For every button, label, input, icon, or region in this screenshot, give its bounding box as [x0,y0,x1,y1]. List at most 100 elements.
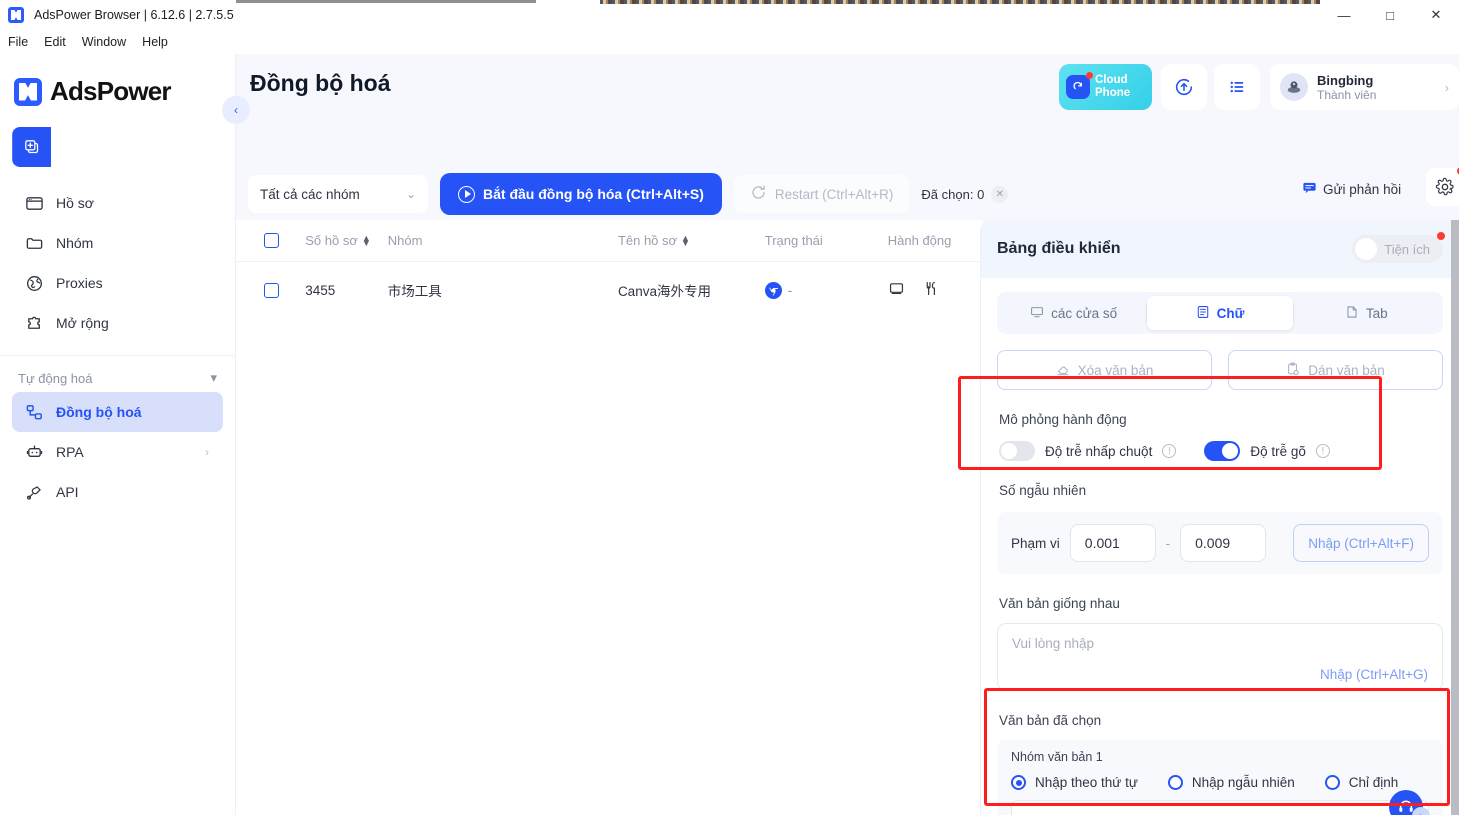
cloud-phone-button[interactable]: Cloud Phone [1059,64,1152,110]
tab-label: các cửa số [1051,305,1118,321]
tab-tab[interactable]: Tab [1294,296,1439,330]
column-label: Tên hồ sơ [617,233,678,248]
new-profile-group: Hồ sơ mới [12,108,1459,815]
chevron-down-icon: ⌄ [405,187,416,201]
chevron-down-icon: ▾ [210,370,217,385]
menu-file[interactable]: File [8,35,28,49]
titlebar-artifact-strip [236,0,536,3]
random-input-button[interactable]: Nhập (Ctrl+Alt+F) [1293,524,1429,562]
sidebar-item-groups[interactable]: Nhóm [12,223,223,263]
minimize-button[interactable]: — [1321,0,1367,30]
notification-dot [1437,232,1445,240]
same-text-placeholder: Vui lòng nhập [1012,636,1095,651]
adspower-logo-icon [14,77,42,106]
restart-button[interactable]: Restart (Ctrl+Alt+R) [733,175,910,213]
sort-icon[interactable]: ▲ ▼ [681,233,690,247]
window-icon[interactable] [888,280,905,300]
settings-button[interactable] [1426,167,1459,206]
avatar-icon [1280,73,1308,101]
info-icon[interactable]: ! [1162,444,1177,458]
send-feedback-button[interactable]: Gửi phản hồi [1302,180,1401,198]
column-header-profile-name[interactable]: Tên hồ sơ ▲ ▼ [618,233,765,248]
globe-icon [24,273,44,293]
maximize-button[interactable]: □ [1367,0,1413,30]
clear-selection-icon[interactable]: ✕ [991,185,1009,203]
utility-toggle-label: Tiện ích [1384,241,1430,257]
utility-toggle[interactable]: Tiện ích [1352,232,1445,263]
range-min-input[interactable]: 0.001 [1069,524,1156,562]
menu-window[interactable]: Window [82,35,126,49]
page-title: Đồng bộ hoá [250,70,391,96]
brand-name: AdsPower [50,76,172,106]
select-all-checkbox[interactable] [264,233,279,248]
column-header-status: Trạng thái [765,233,888,248]
radio-random[interactable]: Nhập ngẫu nhiên [1167,775,1295,790]
sidebar-item-label: RPA [56,444,84,460]
menu-help[interactable]: Help [142,35,168,49]
user-account-button[interactable]: Bingbing Thành viên › [1270,64,1459,110]
add-profile-icon[interactable] [13,127,51,167]
row-checkbox[interactable] [264,282,279,298]
sidebar-item-sync[interactable]: Đồng bộ hoá [12,392,223,432]
group-filter-select[interactable]: Tất cả các nhóm ⌄ [248,175,428,213]
eraser-icon [1056,362,1070,379]
tab-windows[interactable]: các cửa số [1001,296,1146,330]
radio-sequential[interactable]: Nhập theo thứ tự [1011,775,1138,790]
same-text-input[interactable]: Vui lòng nhập Nhập (Ctrl+Alt+G) [997,623,1443,691]
chrome-profile-icon [764,281,782,299]
row-checkbox-cell [264,282,305,298]
panel-header: Bảng điều khiển Tiện ích [981,220,1459,278]
range-label: Phạm vi [1011,535,1060,551]
sidebar-item-label: Đồng bộ hoá [56,404,142,420]
table-row[interactable]: 3455 市场工具 Canva海外专用 - [236,262,983,318]
gear-icon [1435,177,1454,196]
clear-text-button[interactable]: Xóa văn bản [997,350,1212,390]
tools-icon[interactable] [923,280,940,300]
user-info: Bingbing Thành viên [1317,73,1376,102]
sync-upload-icon[interactable] [1161,64,1207,110]
paste-text-button[interactable]: Dán văn bản [1228,350,1443,390]
task-list-icon[interactable] [1214,64,1260,110]
paste-text-label: Dán văn bản [1308,362,1385,378]
text-entry-stub[interactable] [1011,800,1429,815]
tab-text[interactable]: Chữ [1147,296,1293,330]
range-separator: - [1165,535,1171,551]
click-delay-toggle[interactable] [999,441,1035,461]
sidebar-item-label: Mở rộng [56,315,109,331]
panel-tabs: các cửa số Chữ Tab [997,292,1443,334]
menu-edit[interactable]: Edit [44,35,66,49]
sidebar-item-extensions[interactable]: Mở rộng [12,303,223,343]
control-panel: Bảng điều khiển Tiện ích các cửa số Chữ … [980,220,1459,815]
sidebar-group-label: Tự động hoá [18,370,93,386]
sidebar-item-api[interactable]: API [12,472,223,512]
sort-icon[interactable]: ▲ ▼ [362,233,371,247]
radio-specify[interactable]: Chỉ định [1324,775,1398,790]
panel-scrollbar[interactable] [1451,220,1459,815]
text-group-name: Nhóm văn bản 1 [1011,750,1103,764]
send-feedback-label: Gửi phản hồi [1323,181,1402,197]
cloud-phone-line2: Phone [1095,87,1131,99]
main-content: Đồng bộ hoá Cloud Phone Bingbing Thành v… [236,54,1459,815]
same-text-input-button[interactable]: Nhập (Ctrl+Alt+G) [1320,667,1428,682]
clear-text-label: Xóa văn bản [1077,362,1154,378]
sidebar-collapse-button[interactable]: ‹ [222,96,250,124]
sidebar-group-automation[interactable]: Tự động hoá ▾ [0,368,235,392]
column-header-profile-number[interactable]: Số hồ sơ ▲ ▼ [305,233,388,248]
sidebar-item-proxies[interactable]: Proxies [12,263,223,303]
window-titlebar: AdsPower Browser | 6.12.6 | 2.7.5.5 — □ … [0,0,1459,30]
start-sync-button[interactable]: Bắt đầu đồng bộ hóa (Ctrl+Alt+S) [440,173,722,215]
sidebar-item-profiles[interactable]: Hồ sơ [12,183,223,223]
sidebar-item-rpa[interactable]: RPA › [12,432,223,472]
range-max-input[interactable]: 0.009 [1180,524,1267,562]
cell-profile-name: Canva海外专用 [617,284,711,299]
sidebar: AdsPower Hồ sơ mới Hồ sơ [0,54,1459,815]
cloud-phone-label: Cloud Phone [1095,74,1130,100]
info-icon[interactable]: ! [1315,444,1330,458]
tab-label: Tab [1365,305,1388,321]
panel-body: các cửa số Chữ Tab Xóa văn bản Dán văn b… [981,278,1459,815]
paste-icon [1286,362,1300,379]
type-delay-label: Độ trễ gõ [1250,443,1306,459]
type-delay-toggle[interactable] [1204,441,1241,461]
close-button[interactable]: ✕ [1413,0,1459,30]
select-all-checkbox-cell [264,233,305,248]
